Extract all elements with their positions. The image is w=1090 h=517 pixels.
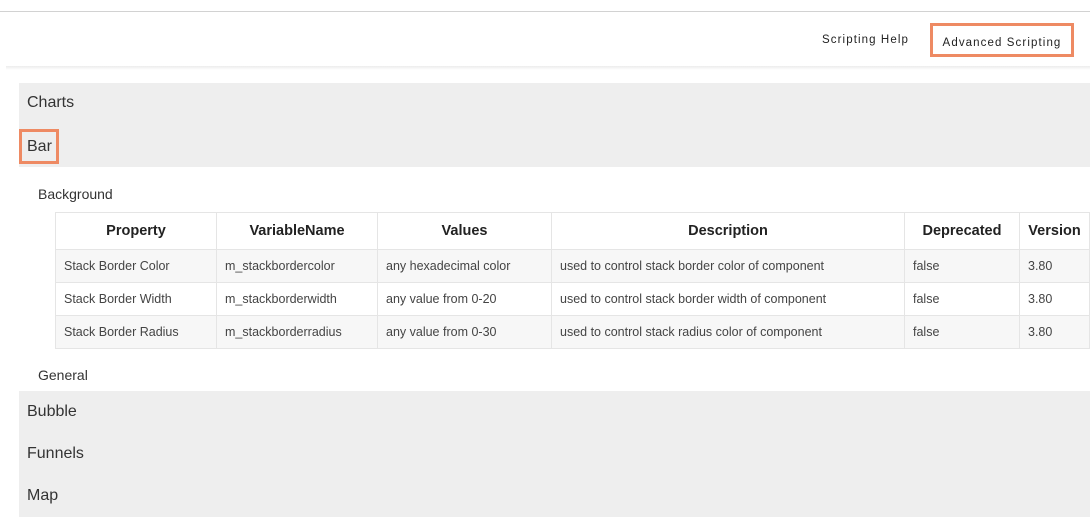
column-header-variablename: VariableName (216, 212, 378, 250)
cell-version: 3.80 (1019, 249, 1090, 283)
cell-description: used to control stack border width of co… (551, 282, 905, 316)
funnels-section-header[interactable]: Funnels (19, 433, 1090, 475)
column-header-property: Property (55, 212, 217, 250)
bar-section-header[interactable]: Bar (19, 129, 59, 164)
cell-deprecated: false (904, 249, 1020, 283)
table-row: Stack Border Color m_stackbordercolor an… (55, 249, 1090, 283)
properties-table: Property VariableName Values Description… (55, 212, 1090, 349)
scripting-help-link[interactable]: Scripting Help (822, 23, 922, 57)
cell-description: used to control stack radius color of co… (551, 315, 905, 349)
cell-property: Stack Border Color (55, 249, 217, 283)
column-header-deprecated: Deprecated (904, 212, 1020, 250)
cell-property: Stack Border Width (55, 282, 217, 316)
map-section-header[interactable]: Map (19, 475, 1090, 517)
advanced-scripting-link[interactable]: Advanced Scripting (930, 23, 1074, 57)
cell-deprecated: false (904, 282, 1020, 316)
charts-section: Charts Bar (19, 83, 1090, 167)
bubble-section-header[interactable]: Bubble (19, 391, 1090, 433)
cell-values: any value from 0-20 (377, 282, 552, 316)
background-group-header[interactable]: Background (38, 186, 113, 202)
cell-description: used to control stack border color of co… (551, 249, 905, 283)
general-group-header[interactable]: General (38, 367, 88, 383)
cell-values: any value from 0-30 (377, 315, 552, 349)
column-header-values: Values (377, 212, 552, 250)
cell-variablename: m_stackborderradius (216, 315, 378, 349)
nav-shadow (6, 66, 1090, 70)
top-nav-bar (0, 12, 1090, 67)
cell-property: Stack Border Radius (55, 315, 217, 349)
charts-section-header[interactable]: Charts (27, 94, 74, 112)
column-header-version: Version (1019, 212, 1090, 250)
cell-version: 3.80 (1019, 282, 1090, 316)
table-header-row: Property VariableName Values Description… (55, 212, 1090, 250)
cell-deprecated: false (904, 315, 1020, 349)
table-row: Stack Border Width m_stackborderwidth an… (55, 282, 1090, 316)
cell-values: any hexadecimal color (377, 249, 552, 283)
table-row: Stack Border Radius m_stackborderradius … (55, 315, 1090, 349)
cell-variablename: m_stackbordercolor (216, 249, 378, 283)
column-header-description: Description (551, 212, 905, 250)
cell-version: 3.80 (1019, 315, 1090, 349)
cell-variablename: m_stackborderwidth (216, 282, 378, 316)
